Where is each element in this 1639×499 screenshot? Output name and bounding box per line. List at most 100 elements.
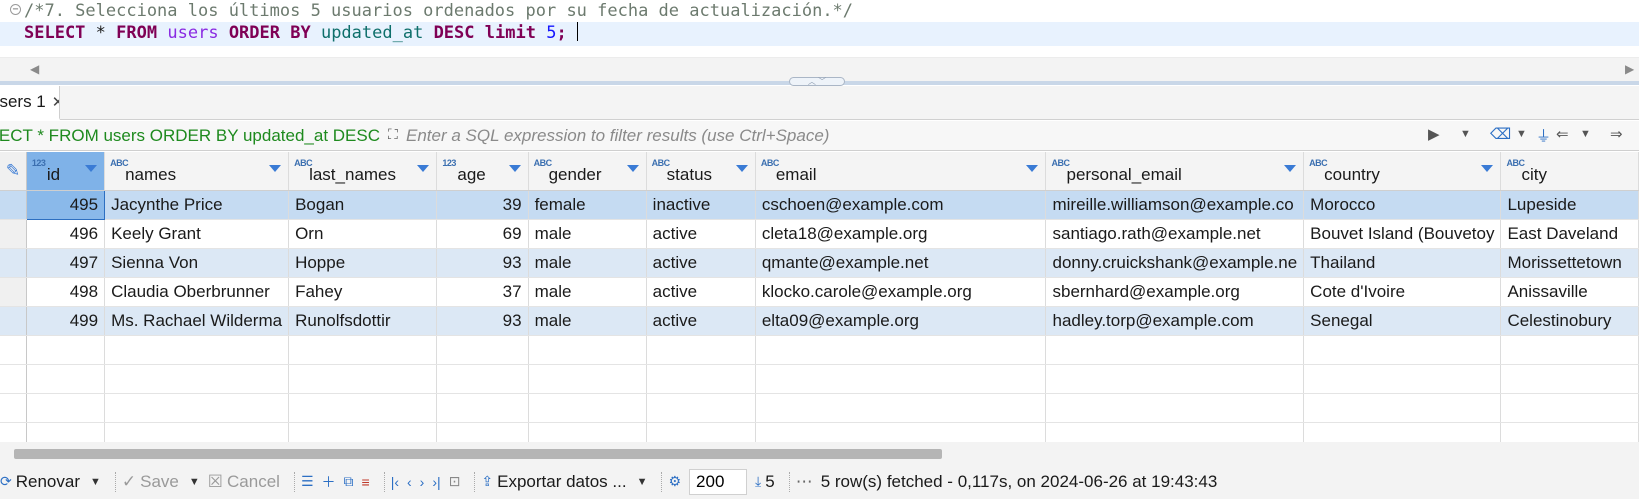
cell-personal-email[interactable]: mireille.williamson@example.co xyxy=(1045,190,1305,220)
cell-status[interactable]: active xyxy=(646,306,756,336)
close-icon[interactable]: ✕ xyxy=(52,93,59,111)
cell-names[interactable]: Ms. Rachael Wilderma xyxy=(104,306,290,336)
back-arrow-icon[interactable]: ⇐ xyxy=(1556,125,1569,143)
table-row[interactable]: 496 Keely Grant Orn 69 male active cleta… xyxy=(0,219,1639,249)
row-number-cell[interactable] xyxy=(0,190,27,220)
cell-country[interactable]: Bouvet Island (Bouvetoy xyxy=(1303,219,1502,249)
cell-country[interactable]: Thailand xyxy=(1303,248,1502,278)
chevron-down-icon[interactable]: ▼ xyxy=(1516,128,1527,140)
table-row[interactable]: 498 Claudia Oberbrunner Fahey 37 male ac… xyxy=(0,277,1639,307)
cell-status[interactable]: inactive xyxy=(646,190,756,220)
panel-resize-handle[interactable]: ︿ ﹀ xyxy=(789,77,845,86)
cell-gender[interactable]: male xyxy=(528,306,647,336)
edit-row-icon[interactable]: ☰ xyxy=(301,473,314,490)
sort-dropdown-icon[interactable] xyxy=(626,165,639,172)
history-dropdown-icon[interactable]: ▼ xyxy=(1460,128,1471,140)
cell-email[interactable]: elta09@example.org xyxy=(755,306,1047,336)
copy-row-icon[interactable]: ⧉ xyxy=(344,473,354,490)
cell-gender[interactable]: male xyxy=(528,277,647,307)
cell-city[interactable]: Morissettetown xyxy=(1500,248,1639,278)
cell-gender[interactable]: male xyxy=(528,219,647,249)
cell-status[interactable]: active xyxy=(646,219,756,249)
cell-city[interactable]: Celestinobury xyxy=(1500,306,1639,336)
cell-id[interactable]: 496 xyxy=(26,219,106,249)
cell-gender[interactable]: female xyxy=(528,190,647,220)
sort-dropdown-icon[interactable] xyxy=(1026,165,1039,172)
row-number-header[interactable]: ✎ xyxy=(0,152,27,191)
cell-personal-email[interactable]: donny.cruickshank@example.ne xyxy=(1045,248,1305,278)
grid-horizontal-scrollbar[interactable] xyxy=(0,442,1639,464)
cell-id[interactable]: 495 xyxy=(25,189,106,220)
column-header-gender[interactable]: ABC gender xyxy=(528,152,647,191)
row-number-cell[interactable] xyxy=(0,277,27,307)
row-number-cell[interactable] xyxy=(0,248,27,278)
forward-arrow-icon[interactable]: ⇒ xyxy=(1610,125,1623,143)
cell-country[interactable]: Cote d'Ivoire xyxy=(1303,277,1502,307)
cell-personal-email[interactable]: sbernhard@example.org xyxy=(1045,277,1305,307)
column-header-age[interactable]: 123 age xyxy=(436,152,529,191)
active-query-label[interactable]: SELECT * FROM users ORDER BY updated_at … xyxy=(0,121,380,151)
last-page-icon[interactable]: ›| xyxy=(432,474,440,490)
previous-page-icon[interactable]: ‹ xyxy=(407,474,412,490)
cell-last-names[interactable]: Orn xyxy=(288,219,438,249)
table-row[interactable]: 499 Ms. Rachael Wilderma Runolfsdottir 9… xyxy=(0,306,1639,336)
sql-editor[interactable]: − /*7. Selecciona los últimos 5 usuarios… xyxy=(0,0,1639,57)
play-icon[interactable]: ▶ xyxy=(1428,125,1440,143)
cell-city[interactable]: Lupeside xyxy=(1500,190,1639,220)
cell-last-names[interactable]: Runolfsdottir xyxy=(288,306,438,336)
sql-statement-line[interactable]: SELECT * FROM users ORDER BY updated_at … xyxy=(0,22,1639,46)
chevron-down-icon[interactable]: ▼ xyxy=(189,476,200,488)
cell-email[interactable]: qmante@example.net xyxy=(755,248,1047,278)
column-header-email[interactable]: ABC email xyxy=(755,152,1047,191)
cell-names[interactable]: Sienna Von xyxy=(104,248,290,278)
sort-dropdown-icon[interactable] xyxy=(508,165,521,172)
filter-expression-input[interactable] xyxy=(406,123,1456,149)
cell-last-names[interactable]: Bogan xyxy=(288,190,438,220)
sort-dropdown-icon[interactable] xyxy=(735,165,748,172)
gear-icon[interactable]: ⚙ xyxy=(668,473,681,490)
column-header-city[interactable]: ABC city xyxy=(1500,152,1639,191)
cell-names[interactable]: Claudia Oberbrunner xyxy=(104,277,290,307)
cell-email[interactable]: cschoen@example.com xyxy=(755,190,1047,220)
cell-age[interactable]: 39 xyxy=(436,190,529,220)
fold-toggle-icon[interactable]: − xyxy=(10,4,21,15)
first-page-icon[interactable]: |‹ xyxy=(391,474,399,490)
cell-personal-email[interactable]: hadley.torp@example.com xyxy=(1045,306,1305,336)
cell-last-names[interactable]: Hoppe xyxy=(288,248,438,278)
filter-icon[interactable]: ⏚ xyxy=(1536,125,1551,146)
cancel-button[interactable]: ☒ Cancel xyxy=(208,472,280,492)
cell-last-names[interactable]: Fahey xyxy=(288,277,438,307)
column-header-names[interactable]: ABC names xyxy=(104,152,290,191)
cell-email[interactable]: klocko.carole@example.org xyxy=(755,277,1047,307)
cell-country[interactable]: Senegal xyxy=(1303,306,1502,336)
cell-country[interactable]: Morocco xyxy=(1303,190,1502,220)
scroll-left-arrow-icon[interactable]: ◀ xyxy=(30,62,39,76)
cell-city[interactable]: Anissaville xyxy=(1500,277,1639,307)
cell-age[interactable]: 69 xyxy=(436,219,529,249)
column-header-last-names[interactable]: ABC last_names xyxy=(288,152,438,191)
history-chevron-icon[interactable]: ▼ xyxy=(1580,128,1591,140)
row-number-cell[interactable] xyxy=(0,219,27,249)
cell-status[interactable]: active xyxy=(646,248,756,278)
cell-gender[interactable]: male xyxy=(528,248,647,278)
cell-id[interactable]: 499 xyxy=(26,306,106,336)
refresh-button[interactable]: ⟳ Renovar ▼ xyxy=(0,472,101,492)
tab-users-1[interactable]: users 1 ✕ xyxy=(0,86,60,120)
sort-dropdown-icon[interactable] xyxy=(1284,165,1297,172)
add-row-icon[interactable]: ＋ xyxy=(322,472,336,492)
cell-status[interactable]: active xyxy=(646,277,756,307)
column-header-id[interactable]: 123 id xyxy=(26,152,106,191)
table-row[interactable]: 495 Jacynthe Price Bogan 39 female inact… xyxy=(0,189,1639,220)
cell-personal-email[interactable]: santiago.rath@example.net xyxy=(1045,219,1305,249)
cell-city[interactable]: East Daveland xyxy=(1500,219,1639,249)
chevron-down-icon[interactable]: ▼ xyxy=(637,476,648,488)
table-row[interactable]: 497 Sienna Von Hoppe 93 male active qman… xyxy=(0,248,1639,278)
results-grid[interactable]: ✎ 123 id ABC names ABC last_names 123 age AB… xyxy=(0,152,1639,442)
column-header-personal-email[interactable]: ABC personal_email xyxy=(1045,152,1305,191)
cell-age[interactable]: 93 xyxy=(436,306,529,336)
next-page-icon[interactable]: › xyxy=(420,474,425,490)
export-data-button[interactable]: ⇪ Exportar datos ... ▼ xyxy=(481,472,647,492)
column-header-status[interactable]: ABC status xyxy=(646,152,756,191)
sort-dropdown-icon[interactable] xyxy=(85,165,98,172)
delete-row-icon[interactable]: ≡ xyxy=(362,474,370,490)
